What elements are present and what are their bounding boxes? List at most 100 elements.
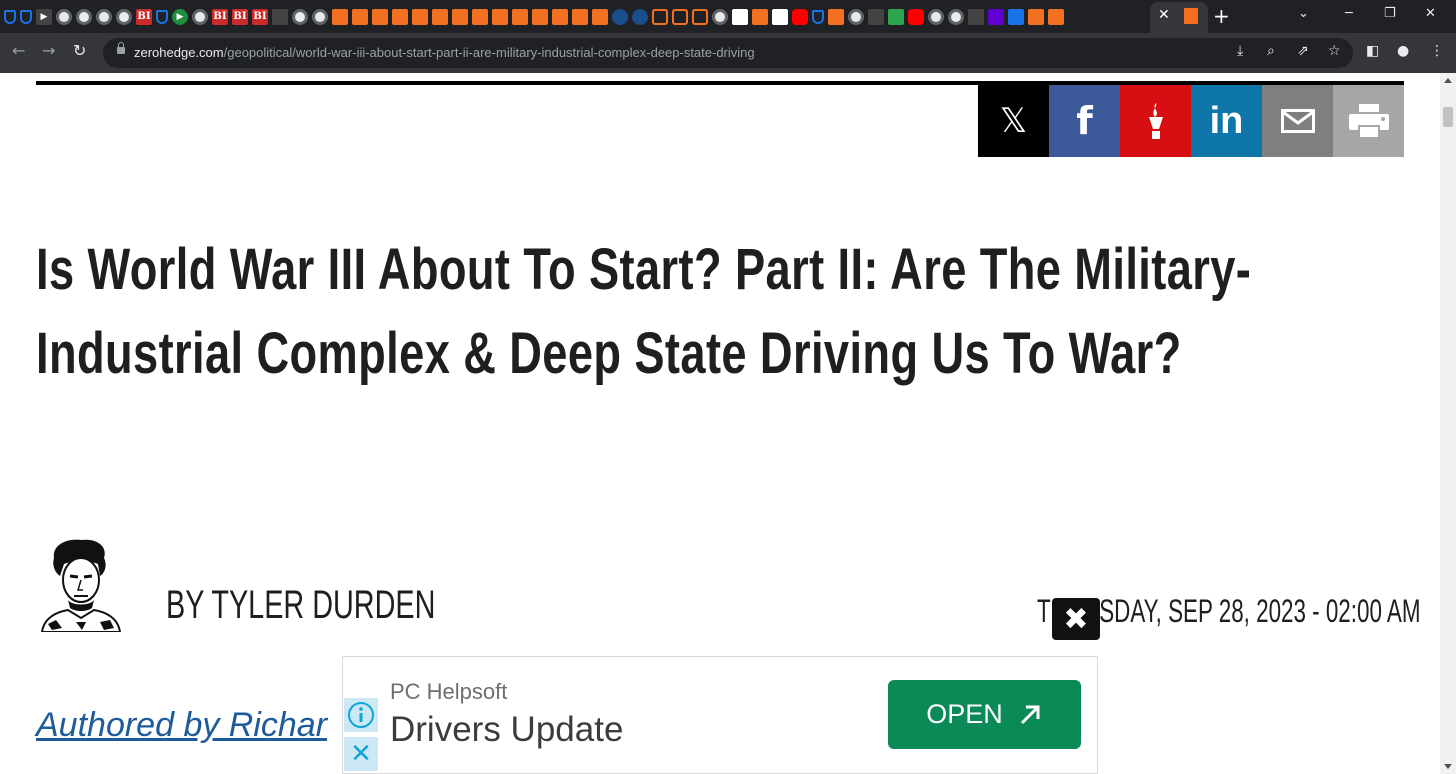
share-gab-button[interactable]: [1120, 85, 1191, 157]
restore-icon[interactable]: ❐: [1384, 6, 1396, 21]
tab-shield-icon[interactable]: [20, 10, 32, 24]
tab-play-icon[interactable]: ▶: [36, 9, 52, 25]
x-icon: 𝕏: [999, 101, 1028, 141]
share-email-button[interactable]: [1262, 85, 1333, 157]
reload-icon[interactable]: ↻: [73, 41, 86, 60]
new-tab-button[interactable]: +: [1213, 4, 1230, 28]
tab-news-icon[interactable]: [272, 9, 288, 25]
scroll-down-icon[interactable]: [1444, 764, 1452, 769]
tab-zerohedge-icon[interactable]: [752, 9, 768, 25]
url-text[interactable]: zerohedge.com/geopolitical/world-war-iii…: [134, 45, 755, 60]
tab-shield-icon[interactable]: [4, 10, 16, 24]
tab-search-icon[interactable]: [868, 9, 884, 25]
linkedin-icon: in: [1209, 99, 1244, 142]
menu-icon[interactable]: ⋮: [1430, 43, 1444, 59]
tab-shield-orange-icon[interactable]: [692, 9, 708, 25]
ad-open-button[interactable]: OPEN: [888, 680, 1081, 749]
tab-zerohedge-icon[interactable]: [372, 9, 388, 25]
share-icon[interactable]: ⇗: [1297, 43, 1309, 59]
back-icon[interactable]: ←: [12, 41, 25, 60]
arrow-up-right-icon: [1020, 705, 1040, 724]
tab-b-icon[interactable]: [1008, 9, 1024, 25]
install-icon[interactable]: ⤓: [1237, 43, 1243, 59]
tab-bi-icon[interactable]: BI: [212, 9, 228, 25]
tab-zerohedge-icon[interactable]: [532, 9, 548, 25]
tab-shield-icon[interactable]: [812, 10, 824, 24]
tab-globe-icon[interactable]: [312, 9, 328, 25]
tab-globe-icon[interactable]: [96, 9, 112, 25]
tab-globe-icon[interactable]: [712, 9, 728, 25]
tab-globe-icon[interactable]: [116, 9, 132, 25]
page-scrollbar[interactable]: [1440, 73, 1456, 774]
share-x-button[interactable]: 𝕏: [978, 85, 1049, 157]
tab-globe-icon[interactable]: [192, 9, 208, 25]
tab-dpic-icon[interactable]: [732, 9, 748, 25]
tab-zerohedge-icon[interactable]: [512, 9, 528, 25]
ad-info-button[interactable]: [344, 698, 378, 732]
profile-icon[interactable]: ●: [1397, 43, 1409, 59]
tab-zerohedge-icon[interactable]: [332, 9, 348, 25]
author-avatar[interactable]: [38, 536, 124, 632]
tab-globe-icon[interactable]: [76, 9, 92, 25]
tab-shield-icon[interactable]: [156, 10, 168, 24]
ad-dismiss-button[interactable]: ✕: [344, 737, 378, 771]
tab-close-icon[interactable]: ✕: [1158, 7, 1170, 23]
tab-zerohedge-icon[interactable]: [492, 9, 508, 25]
pinned-tabs: ▶ BI ▶ BI BI BI: [4, 6, 1064, 28]
lock-icon[interactable]: [117, 42, 125, 54]
share-linkedin-button[interactable]: in: [1191, 85, 1262, 157]
ad-open-label: OPEN: [926, 699, 1003, 729]
tab-globe-icon[interactable]: [948, 9, 964, 25]
share-facebook-button[interactable]: f: [1049, 85, 1120, 157]
side-panel-icon[interactable]: ◧: [1366, 43, 1379, 59]
tab-bi-icon[interactable]: BI: [252, 9, 268, 25]
tab-zerohedge-icon[interactable]: [572, 9, 588, 25]
tab-zerohedge-icon[interactable]: [1028, 9, 1044, 25]
tab-zerohedge-icon[interactable]: [392, 9, 408, 25]
close-window-icon[interactable]: ✕: [1425, 6, 1436, 21]
tab-zerohedge-icon[interactable]: [552, 9, 568, 25]
scroll-up-icon[interactable]: [1444, 78, 1452, 83]
tab-bi-icon[interactable]: BI: [232, 9, 248, 25]
tab-zerohedge-icon[interactable]: [1184, 8, 1198, 24]
zoom-icon[interactable]: ⌕: [1267, 43, 1275, 59]
tab-zerohedge-icon[interactable]: [1048, 9, 1064, 25]
url-path: /geopolitical/world-war-iii-about-start-…: [223, 45, 755, 60]
tab-hex-icon[interactable]: [632, 9, 648, 25]
tab-play-icon[interactable]: ▶: [172, 9, 188, 25]
tab-strip: ▶ BI ▶ BI BI BI ✕ + ⌄ ─ ❐ ✕: [0, 0, 1456, 33]
tab-hex-icon[interactable]: [612, 9, 628, 25]
ad-brand[interactable]: PC Helpsoft: [390, 679, 507, 705]
tab-bi-icon[interactable]: BI: [136, 9, 152, 25]
tab-shield-orange-icon[interactable]: [672, 9, 688, 25]
tab-globe-icon[interactable]: [848, 9, 864, 25]
tab-globe-icon[interactable]: [928, 9, 944, 25]
tab-zerohedge-icon[interactable]: [412, 9, 428, 25]
author-byline[interactable]: BY TYLER DURDEN: [166, 583, 435, 628]
tab-mic-icon[interactable]: [792, 9, 808, 25]
ad-close-button[interactable]: ✖: [1052, 598, 1100, 640]
minimize-icon[interactable]: ─: [1345, 6, 1353, 21]
tab-u-icon[interactable]: [772, 9, 788, 25]
tab-youtube-icon[interactable]: [908, 9, 924, 25]
tab-g-icon[interactable]: [888, 9, 904, 25]
tab-globe-icon[interactable]: [56, 9, 72, 25]
tab-zerohedge-icon[interactable]: [432, 9, 448, 25]
tab-globe-icon[interactable]: [292, 9, 308, 25]
scrollbar-thumb[interactable]: [1443, 107, 1453, 127]
authored-by-link[interactable]: Authored by Richar: [36, 706, 327, 745]
tab-shield-orange-icon[interactable]: [652, 9, 668, 25]
forward-icon[interactable]: →: [42, 41, 55, 60]
tab-zerohedge-icon[interactable]: [828, 9, 844, 25]
ad-headline[interactable]: Drivers Update: [390, 710, 623, 750]
print-button[interactable]: [1333, 85, 1404, 157]
bookmark-star-icon[interactable]: ☆: [1328, 43, 1341, 59]
tab-search-chevron-icon[interactable]: ⌄: [1298, 6, 1309, 21]
tab-zerohedge-icon[interactable]: [352, 9, 368, 25]
tab-script-icon[interactable]: [968, 9, 984, 25]
tab-yahoo-icon[interactable]: [988, 9, 1004, 25]
article-title: Is World War III About To Start? Part II…: [36, 237, 1252, 386]
tab-zerohedge-icon[interactable]: [472, 9, 488, 25]
tab-zerohedge-icon[interactable]: [452, 9, 468, 25]
tab-zerohedge-icon[interactable]: [592, 9, 608, 25]
